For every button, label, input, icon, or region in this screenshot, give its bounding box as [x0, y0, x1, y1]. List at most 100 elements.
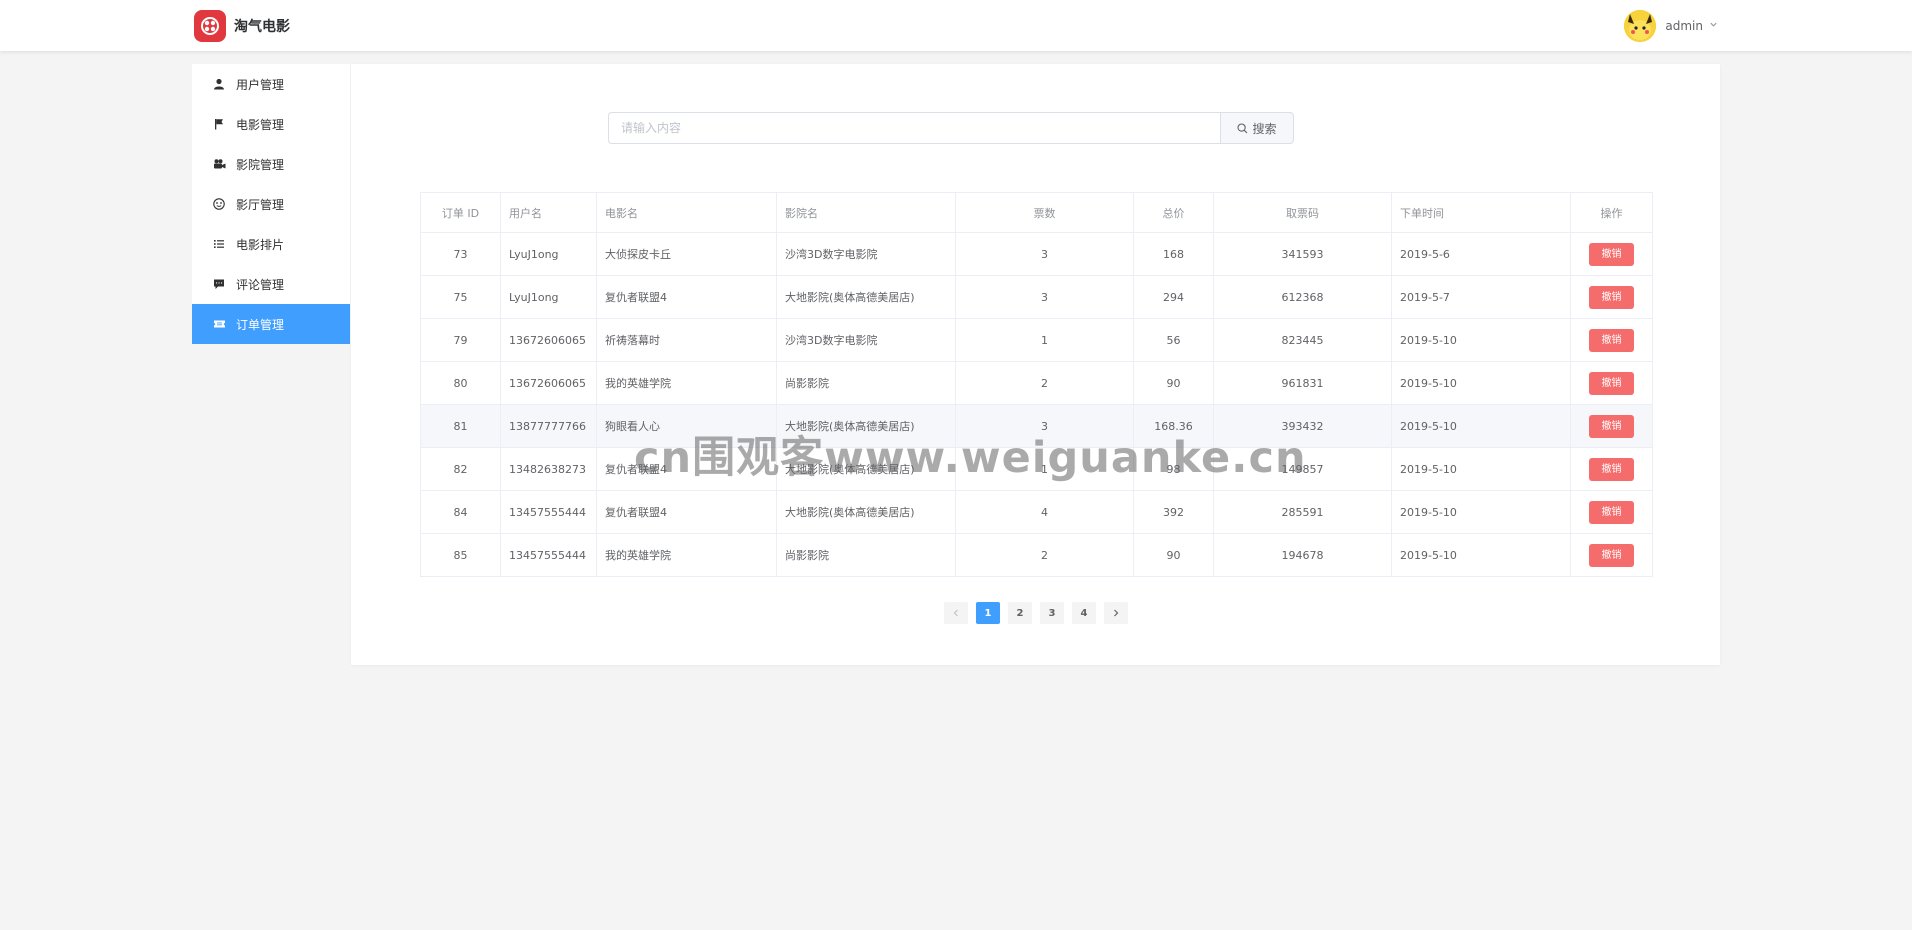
brand-logo-icon	[194, 10, 226, 42]
cell-order-id: 82	[420, 447, 501, 491]
cell-tickets: 4	[955, 490, 1134, 534]
sidebar-item-movies[interactable]: 电影管理	[192, 104, 350, 144]
search-bar: 搜索	[608, 112, 1294, 144]
cell-movie: 祈祷落幕时	[596, 318, 777, 362]
sidebar-item-halls[interactable]: 影厅管理	[192, 184, 350, 224]
cell-movie: 复仇者联盟4	[596, 275, 777, 319]
cell-total: 56	[1133, 318, 1214, 362]
page-button-1[interactable]: 1	[976, 602, 1000, 624]
cell-total: 168	[1133, 232, 1214, 276]
cell-order-id: 81	[420, 404, 501, 448]
brand-name: 淘气电影	[234, 19, 290, 35]
cell-total: 90	[1133, 361, 1214, 405]
cell-action: 撤销	[1570, 318, 1653, 362]
page-button-2[interactable]: 2	[1008, 602, 1032, 624]
cell-tickets: 2	[955, 533, 1134, 577]
orders-table: 订单 ID 用户名 电影名 影院名 票数 总价 取票码 下单时间 操作 73 L…	[420, 192, 1653, 577]
cell-action: 撤销	[1570, 232, 1653, 276]
page-button-4[interactable]: 4	[1072, 602, 1096, 624]
cell-tickets: 2	[955, 361, 1134, 405]
search-button[interactable]: 搜索	[1220, 112, 1294, 144]
column-header-time: 下单时间	[1391, 192, 1571, 233]
cancel-order-button[interactable]: 撤销	[1589, 543, 1634, 567]
brand[interactable]: 淘气电影	[194, 10, 290, 42]
cell-time: 2019-5-10	[1391, 318, 1571, 362]
sidebar-item-cinemas[interactable]: 影院管理	[192, 144, 350, 184]
page-button-3[interactable]: 3	[1040, 602, 1064, 624]
chevron-down-icon[interactable]	[1709, 20, 1718, 32]
column-header-tickets: 票数	[955, 192, 1134, 233]
sidebar-item-users[interactable]: 用户管理	[192, 64, 350, 104]
cancel-order-button[interactable]: 撤销	[1589, 242, 1634, 266]
cell-order-id: 85	[420, 533, 501, 577]
user-menu[interactable]: admin	[1624, 10, 1718, 42]
film-reel-icon	[212, 197, 226, 211]
cell-time: 2019-5-6	[1391, 232, 1571, 276]
table-row: 73 LyuJ1ong 大侦探皮卡丘 沙湾3D数字电影院 3 168 34159…	[420, 232, 1653, 276]
prev-page-button[interactable]	[944, 602, 968, 624]
cell-cinema: 尚影影院	[776, 533, 956, 577]
table-header-row: 订单 ID 用户名 电影名 影院名 票数 总价 取票码 下单时间 操作	[420, 192, 1653, 233]
sidebar-item-label: 电影排片	[236, 237, 285, 252]
cell-username: 13672606065	[500, 318, 597, 362]
cancel-order-button[interactable]: 撤销	[1589, 285, 1634, 309]
table-row: 75 LyuJ1ong 复仇者联盟4 大地影院(奥体高德美居店) 3 294 6…	[420, 275, 1653, 319]
pagination: 1 2 3 4	[944, 602, 1136, 624]
cell-time: 2019-5-10	[1391, 361, 1571, 405]
cell-cinema: 大地影院(奥体高德美居店)	[776, 275, 956, 319]
column-header-total: 总价	[1133, 192, 1214, 233]
next-page-button[interactable]	[1104, 602, 1128, 624]
cell-order-id: 79	[420, 318, 501, 362]
cell-time: 2019-5-10	[1391, 490, 1571, 534]
cancel-order-button[interactable]: 撤销	[1589, 371, 1634, 395]
sidebar-item-orders[interactable]: 订单管理	[192, 304, 350, 344]
cancel-order-button[interactable]: 撤销	[1589, 414, 1634, 438]
search-button-label: 搜索	[1252, 121, 1277, 136]
cell-code: 341593	[1213, 232, 1392, 276]
table-row: 85 13457555444 我的英雄学院 尚影影院 2 90 194678 2…	[420, 533, 1653, 577]
camera-icon	[212, 157, 226, 171]
cell-code: 194678	[1213, 533, 1392, 577]
cancel-order-button[interactable]: 撤销	[1589, 328, 1634, 352]
cell-action: 撤销	[1570, 404, 1653, 448]
ticket-icon	[212, 317, 226, 331]
search-icon	[1237, 122, 1248, 134]
sidebar: 用户管理 电影管理 影院管理 影厅管理 电影排片 评论管理 订单管理	[192, 64, 350, 344]
cell-cinema: 尚影影院	[776, 361, 956, 405]
cancel-order-button[interactable]: 撤销	[1589, 500, 1634, 524]
cell-movie: 大侦探皮卡丘	[596, 232, 777, 276]
table-row: 79 13672606065 祈祷落幕时 沙湾3D数字电影院 1 56 8234…	[420, 318, 1653, 362]
cell-order-id: 80	[420, 361, 501, 405]
cell-action: 撤销	[1570, 275, 1653, 319]
avatar[interactable]	[1624, 10, 1657, 42]
cell-tickets: 1	[955, 318, 1134, 362]
cell-total: 294	[1133, 275, 1214, 319]
column-header-action: 操作	[1570, 192, 1653, 233]
sidebar-item-schedule[interactable]: 电影排片	[192, 224, 350, 264]
cell-tickets: 3	[955, 232, 1134, 276]
sidebar-item-comments[interactable]: 评论管理	[192, 264, 350, 304]
cell-time: 2019-5-10	[1391, 533, 1571, 577]
main-panel: 搜索 订单 ID 用户名 电影名 影院名 票数 总价 取票码 下单时间 操作	[351, 64, 1720, 665]
cell-order-id: 73	[420, 232, 501, 276]
cell-username: 13457555444	[500, 533, 597, 577]
search-input[interactable]	[608, 112, 1220, 144]
column-header-cinema: 影院名	[776, 192, 956, 233]
sidebar-item-label: 用户管理	[236, 77, 285, 92]
chevron-left-icon	[953, 609, 958, 617]
cell-username: 13672606065	[500, 361, 597, 405]
sidebar-item-label: 影院管理	[236, 157, 285, 172]
table-row: 80 13672606065 我的英雄学院 尚影影院 2 90 961831 2…	[420, 361, 1653, 405]
cell-cinema: 沙湾3D数字电影院	[776, 318, 956, 362]
cell-time: 2019-5-10	[1391, 447, 1571, 491]
cell-username: LyuJ1ong	[500, 275, 597, 319]
sidebar-item-label: 订单管理	[236, 317, 285, 332]
cell-code: 823445	[1213, 318, 1392, 362]
cell-username: 13877777766	[500, 404, 597, 448]
cell-username: 13482638273	[500, 447, 597, 491]
sidebar-item-label: 电影管理	[236, 117, 285, 132]
username: admin	[1665, 19, 1703, 33]
cancel-order-button[interactable]: 撤销	[1589, 457, 1634, 481]
column-header-username: 用户名	[500, 192, 597, 233]
cell-total: 392	[1133, 490, 1214, 534]
